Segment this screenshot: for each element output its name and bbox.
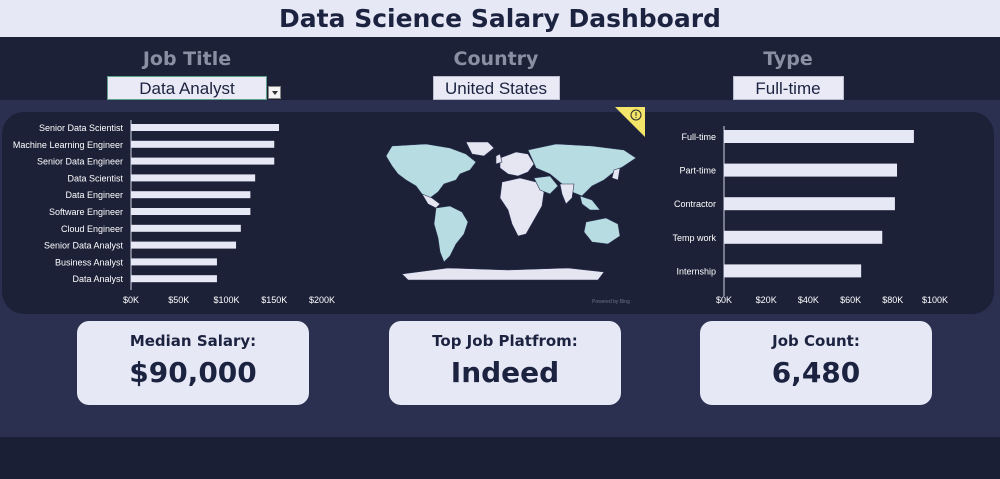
australia-land: [583, 217, 621, 245]
type-chart-tick-label: $40K: [798, 295, 819, 305]
type-chart-tick-label: $100K: [922, 295, 948, 305]
job-chart-category-label: Senior Data Engineer: [37, 157, 123, 167]
median-salary-label: Median Salary:: [129, 332, 257, 350]
type-chart-tick-label: $0K: [716, 295, 732, 305]
africa-land: [499, 177, 545, 237]
north-america-land: [385, 143, 477, 199]
europe-land: [499, 151, 535, 177]
job-chart-bar: [131, 157, 275, 165]
type-chart-bar: [724, 197, 895, 211]
job-chart-tick-label: $150K: [261, 295, 287, 305]
job-chart-category-label: Data Scientist: [67, 173, 123, 183]
job-chart-bar: [131, 191, 251, 199]
job-chart-category-label: Senior Data Scientist: [39, 123, 124, 133]
world-map[interactable]: [378, 140, 648, 285]
page-title: Data Science Salary Dashboard: [279, 4, 721, 33]
job-title-salary-chart: Senior Data Scientist Machine Learning En…: [13, 120, 335, 305]
median-salary-card: Median Salary: $90,000: [77, 321, 309, 405]
india-land: [559, 183, 575, 205]
title-bar: Data Science Salary Dashboard: [0, 0, 1000, 37]
job-title-dropdown[interactable]: Data Analyst: [107, 76, 267, 100]
job-chart-bar: [131, 124, 280, 131]
type-chart-category-label: Part-time: [679, 166, 716, 176]
job-chart-category-label: Business Analyst: [55, 257, 124, 267]
job-chart-bar: [131, 258, 217, 266]
type-chart-tick-label: $60K: [840, 295, 861, 305]
type-chart-bar: [724, 163, 898, 177]
job-chart-category-label: Data Engineer: [65, 190, 123, 200]
type-chart-bar: [724, 264, 862, 278]
filter-band: Job Title Data Analyst Country United St…: [0, 37, 1000, 100]
job-chart-bar: [131, 224, 241, 232]
type-chart-tick-label: $80K: [882, 295, 903, 305]
job-chart-bar: [131, 174, 256, 182]
top-platform-card: Top Job Platfrom: Indeed: [389, 321, 621, 405]
type-chart-category-label: Full-time: [681, 132, 716, 142]
job-chart-bar: [131, 241, 237, 249]
southeast-asia-land: [579, 195, 601, 211]
type-chart-bar: [724, 130, 914, 143]
footer-band: [0, 437, 1000, 479]
job-chart-category-label: Software Engineer: [49, 207, 123, 217]
job-chart-tick-label: $0K: [123, 295, 139, 305]
job-type-salary-chart: Full-time Part-time Contractor Temp work Int…: [672, 126, 948, 305]
job-chart-tick-label: $50K: [168, 295, 189, 305]
map-land: [385, 141, 637, 281]
type-chart-tick-label: $20K: [756, 295, 777, 305]
type-chart-category-label: Internship: [676, 266, 716, 276]
country-dropdown[interactable]: United States: [432, 76, 560, 100]
map-attribution: Powered by Bing: [592, 299, 630, 305]
greenland-land: [465, 141, 495, 157]
top-platform-label: Top Job Platfrom:: [432, 332, 578, 350]
job-count-value: 6,480: [771, 356, 861, 389]
job-title-filter-label: Job Title: [142, 48, 232, 70]
job-count-card: Job Count: 6,480: [700, 321, 932, 405]
job-chart-category-label: Cloud Engineer: [61, 224, 123, 234]
type-filter-label: Type: [763, 48, 813, 70]
job-count-label: Job Count:: [772, 332, 860, 350]
job-chart-bar: [131, 275, 217, 283]
country-filter: Country United States: [366, 37, 626, 100]
job-chart-category-label: Senior Data Analyst: [44, 241, 124, 251]
type-dropdown[interactable]: Full-time: [732, 76, 844, 100]
job-chart-tick-label: $200K: [309, 295, 335, 305]
median-salary-value: $90,000: [129, 356, 257, 389]
antarctica-land: [401, 267, 605, 281]
job-chart-tick-label: $100K: [213, 295, 239, 305]
type-chart-category-label: Contractor: [674, 199, 716, 209]
job-chart-bar: [131, 140, 275, 148]
type-filter: Type Full-time: [658, 37, 918, 100]
job-chart-bar: [131, 208, 251, 215]
job-chart-category-label: Machine Learning Engineer: [13, 140, 123, 150]
job-title-dropdown-arrow-icon[interactable]: [268, 86, 281, 99]
country-filter-label: Country: [453, 48, 539, 70]
top-platform-value: Indeed: [450, 356, 560, 389]
type-chart-bar: [724, 230, 883, 244]
type-chart-category-label: Temp work: [672, 233, 716, 243]
job-chart-category-label: Data Analyst: [72, 274, 123, 284]
south-america-land: [433, 205, 469, 263]
uk-land: [495, 153, 503, 165]
